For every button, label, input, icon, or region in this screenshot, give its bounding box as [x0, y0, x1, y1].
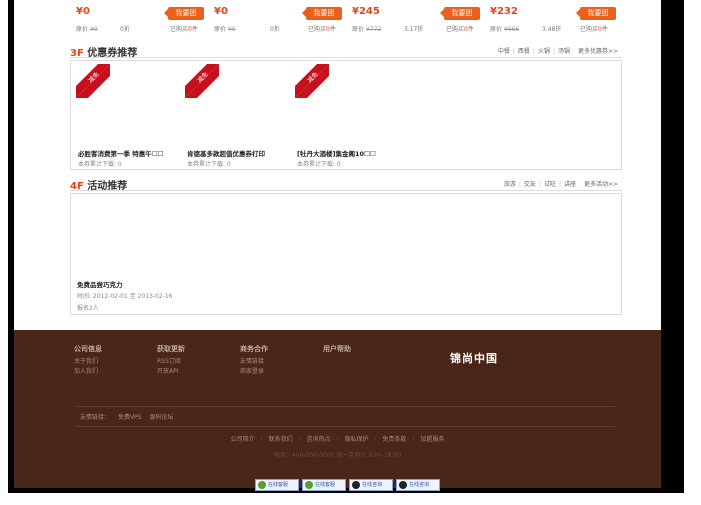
link-travel[interactable]: 旅游 — [504, 181, 516, 188]
friend-link[interactable]: 免费VPS — [118, 414, 142, 421]
footer-bottom-links: 公司简介 · 联系我们 · 咨询热点 · 隐私保护 · 免责条款 · 加盟服务 — [230, 436, 445, 443]
coupon-title[interactable]: 必胜客消费第一季 特惠午☐☐ — [78, 148, 163, 158]
qq-consult-badge[interactable]: 在线咨询 — [349, 479, 393, 491]
orig-price: ¥0 — [89, 26, 98, 33]
activity-section-header: 4F 活动推荐 旅游 | 交友 | 试吃 | 讲座 更多活动>> — [70, 175, 622, 192]
coupon-card[interactable]: 减免 [牡丹大酒楼]集金阁10☐☐ 本券累计下载: 0 — [290, 64, 394, 168]
wangwang-icon — [305, 481, 313, 489]
footer-contact: 电话：400-000-0000 周一至周六 9:00-18:00 — [273, 452, 402, 459]
footer-link[interactable]: 友情链接 — [240, 357, 268, 367]
deal-meta: 原价 ¥666 — [490, 26, 520, 33]
deal-bought: 已购买0件 — [170, 26, 198, 33]
footer-link[interactable]: 加入我们 — [74, 367, 102, 377]
footer-column-company: 公司信息 关于我们 加入我们 — [74, 344, 102, 377]
deal-meta: 原价 ¥0 — [76, 24, 98, 33]
activity-title[interactable]: 免费品尝巧克力 — [77, 279, 123, 289]
footer-link[interactable]: 加盟服务 — [420, 436, 444, 443]
join-group-button[interactable]: 我要团 — [302, 7, 342, 20]
friend-link[interactable]: 源码论坛 — [149, 414, 173, 421]
qq-icon — [399, 481, 407, 489]
footer-link[interactable]: 关于我们 — [74, 357, 102, 367]
coupon-title[interactable]: [牡丹大酒楼]集金阁10☐☐ — [297, 148, 376, 158]
friend-links-label: 友情链接： — [80, 414, 111, 421]
link-tasting[interactable]: 试吃 — [544, 181, 556, 188]
activity-signup-count: 报名2人 — [77, 305, 99, 312]
coupon-category-links: 中餐 | 西餐 | 火锅 | 汤锅 更多优惠券>> — [497, 48, 618, 55]
section-title: 3F 优惠券推荐 — [70, 48, 138, 59]
join-group-button[interactable]: 我要团 — [576, 7, 616, 20]
footer-link[interactable]: 商家登录 — [240, 367, 268, 377]
discount-ribbon-icon: 减免 — [295, 64, 329, 98]
coupon-section-header: 3F 优惠券推荐 中餐 | 西餐 | 火锅 | 汤锅 更多优惠券>> — [70, 42, 622, 59]
coupon-list: 减免 必胜客消费第一季 特惠午☐☐ 本券累计下载: 0 减免 肯德基多款超值优惠… — [70, 60, 622, 170]
deal-discount: 3.48折 — [542, 26, 562, 33]
deal-discount: 0折 — [120, 26, 130, 33]
footer-link[interactable]: 公司简介 — [231, 436, 255, 443]
coupon-downloads: 本券累计下载: 0 — [297, 161, 341, 168]
footer-brand: 锦尚中国 — [450, 352, 498, 365]
footer-link[interactable]: 开放API — [157, 367, 185, 377]
link-lecture[interactable]: 讲座 — [564, 181, 576, 188]
activity-category-links: 旅游 | 交友 | 试吃 | 讲座 更多活动>> — [503, 181, 618, 188]
footer-heading: 用户帮助 — [323, 345, 351, 353]
more-activities-link[interactable]: 更多活动>> — [584, 181, 618, 188]
deal-meta: 原价 ¥772 — [352, 26, 382, 33]
online-service-badge[interactable]: 在线客服 — [302, 479, 346, 491]
link-soup-pot[interactable]: 汤锅 — [558, 48, 570, 55]
deal-price: ¥0 — [214, 6, 228, 17]
site-footer: 公司信息 关于我们 加入我们 获取更新 RSS订阅 开放API 商务合作 友情链… — [14, 330, 661, 488]
footer-heading: 获取更新 — [157, 345, 185, 353]
link-hotpot[interactable]: 火锅 — [538, 48, 550, 55]
deal-item[interactable]: ¥0 我要团 原价 ¥0 0折 已购买0件 — [214, 0, 352, 36]
link-dating[interactable]: 交友 — [524, 181, 536, 188]
coupon-card[interactable]: 减免 肯德基多款超值优惠券打印 本券累计下载: 0 — [180, 64, 284, 168]
footer-link[interactable]: RSS订阅 — [157, 357, 185, 367]
footer-link[interactable]: 免责条款 — [382, 436, 406, 443]
deal-meta: 原价 ¥0 — [214, 26, 236, 33]
orig-label: 原价 — [76, 26, 89, 33]
online-service-badge[interactable]: 在线客服 — [255, 479, 299, 491]
footer-heading: 公司信息 — [74, 345, 102, 353]
coupon-title[interactable]: 肯德基多款超值优惠券打印 — [187, 148, 265, 158]
footer-column-updates: 获取更新 RSS订阅 开放API — [157, 344, 185, 377]
deal-item[interactable]: ¥245 我要团 原价 ¥772 3.17折 已购买0件 — [352, 0, 490, 36]
footer-column-business: 商务合作 友情链接 商家登录 — [240, 344, 268, 377]
friend-links: 友情链接： 免费VPS 源码论坛 — [80, 412, 173, 421]
coupon-downloads: 本券累计下载: 0 — [187, 161, 231, 168]
footer-link[interactable]: 隐私保护 — [344, 436, 368, 443]
footer-divider — [76, 426, 615, 427]
footer-heading: 商务合作 — [240, 345, 268, 353]
discount-ribbon-icon: 减免 — [76, 64, 110, 98]
qq-icon — [352, 481, 360, 489]
join-group-button[interactable]: 我要团 — [440, 7, 480, 20]
footer-link[interactable]: 联系我们 — [269, 436, 293, 443]
link-chinese-food[interactable]: 中餐 — [498, 48, 510, 55]
deal-discount: 0折 — [270, 26, 280, 33]
wangwang-icon — [258, 481, 266, 489]
deal-bought: 已购买0件 — [308, 26, 336, 33]
footer-link[interactable]: 咨询热点 — [307, 436, 331, 443]
deal-item[interactable]: ¥0 我要团 原价 ¥0 0折 已购买0件 — [76, 0, 214, 36]
activity-date: 时间: 2012-02-01 至 2013-02-16 — [77, 293, 173, 300]
deal-bought: 已购买0件 — [580, 26, 608, 33]
join-group-button[interactable]: 我要团 — [164, 7, 204, 20]
deal-item[interactable]: ¥232 我要团 原价 ¥666 3.48折 已购买0件 — [490, 0, 628, 36]
footer-column-help: 用户帮助 — [323, 344, 351, 357]
deal-price: ¥245 — [352, 6, 380, 17]
deal-discount: 3.17折 — [404, 26, 424, 33]
section-title: 4F 活动推荐 — [70, 181, 128, 192]
activity-list: 免费品尝巧克力 时间: 2012-02-01 至 2013-02-16 报名2人 — [70, 193, 622, 315]
coupon-card[interactable]: 减免 必胜客消费第一季 特惠午☐☐ 本券累计下载: 0 — [71, 64, 175, 168]
deal-price: ¥232 — [490, 6, 518, 17]
link-western-food[interactable]: 西餐 — [518, 48, 530, 55]
qq-consult-badge[interactable]: 在线咨询 — [396, 479, 440, 491]
deal-row: ¥0 我要团 原价 ¥0 0折 已购买0件 ¥0 我要团 原价 ¥0 0折 已购… — [62, 0, 622, 36]
discount-ribbon-icon: 减免 — [185, 64, 219, 98]
deal-price: ¥0 — [76, 6, 90, 17]
coupon-downloads: 本券累计下载: 0 — [78, 161, 122, 168]
deal-bought: 已购买0件 — [446, 26, 474, 33]
footer-divider — [76, 406, 615, 407]
more-coupons-link[interactable]: 更多优惠券>> — [578, 48, 618, 55]
